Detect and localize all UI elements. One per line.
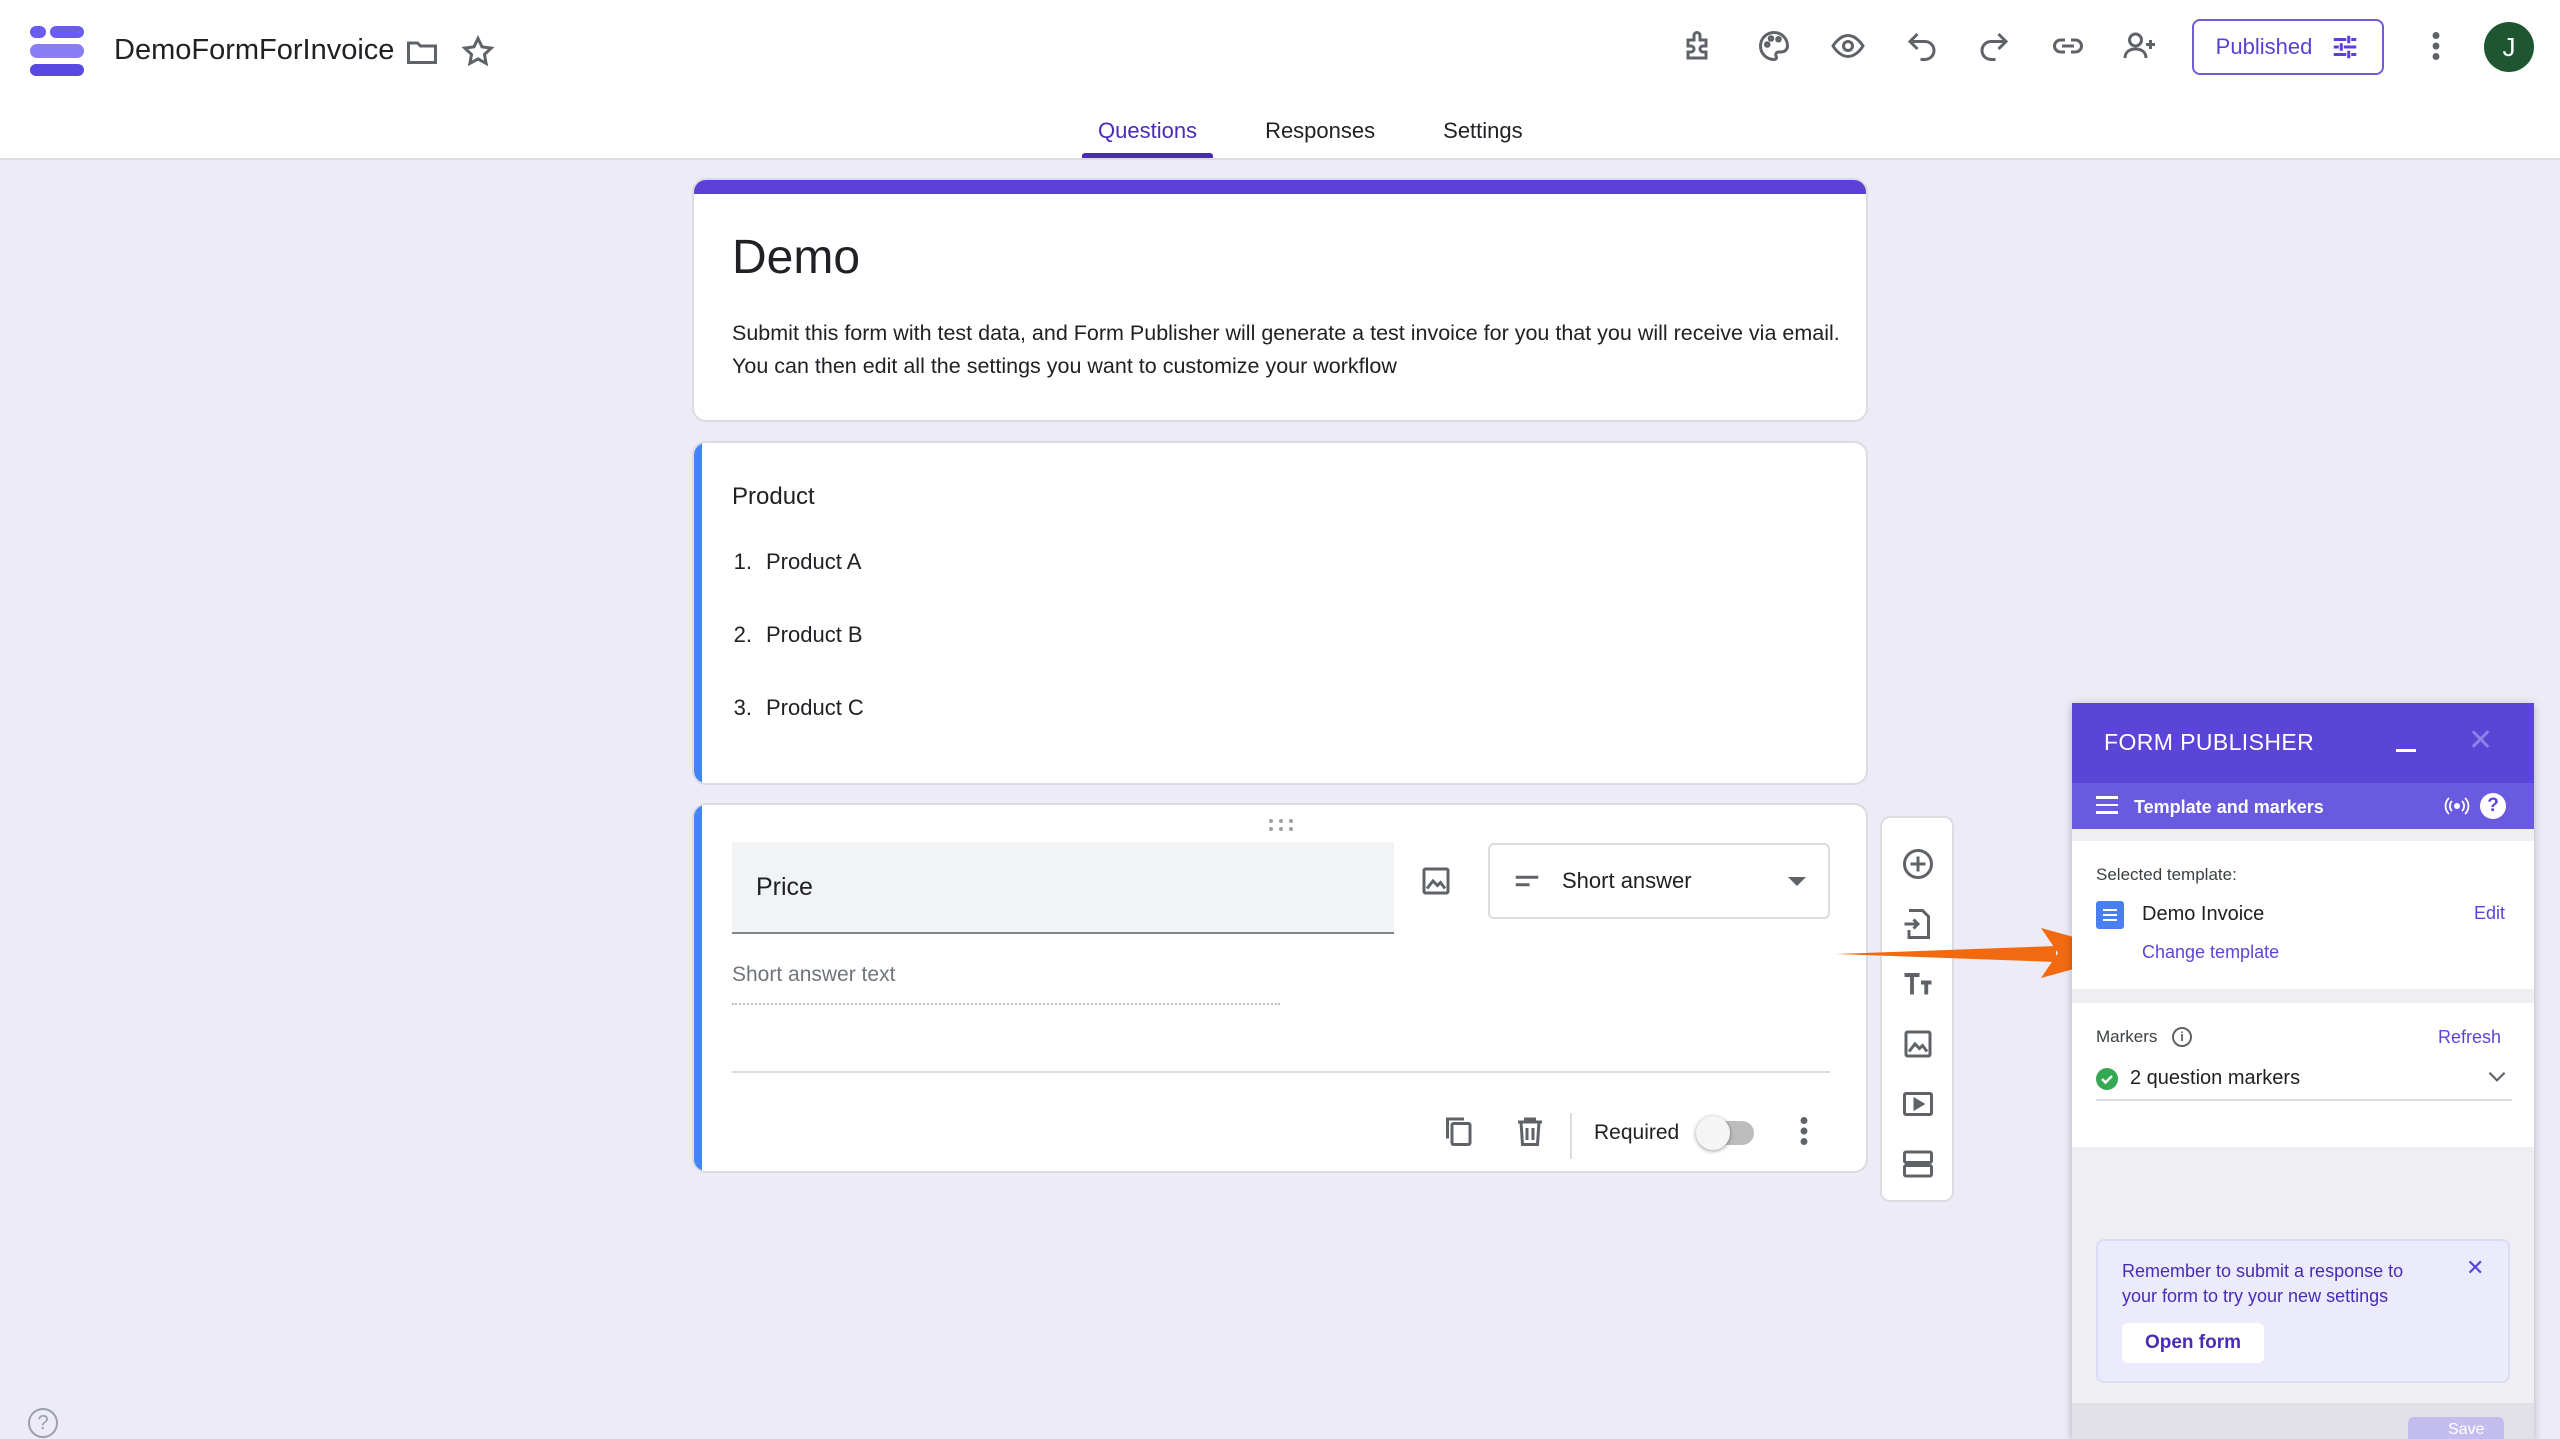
required-toggle[interactable] bbox=[1696, 1116, 1754, 1150]
markers-section: Markers i Refresh 2 question markers bbox=[2072, 1003, 2534, 1147]
link-icon[interactable] bbox=[2042, 20, 2094, 72]
question-type-label: Short answer bbox=[1562, 868, 1692, 893]
toggle-knob bbox=[1696, 1116, 1730, 1150]
question-footer: Required bbox=[694, 1101, 1866, 1161]
add-collaborator-icon[interactable] bbox=[2114, 20, 2166, 72]
list-number: 2. bbox=[733, 622, 752, 647]
list-number: 1. bbox=[733, 549, 752, 574]
document-title[interactable]: DemoFormForInvoice bbox=[114, 34, 394, 67]
section-title: Template and markers bbox=[2134, 797, 2324, 817]
form-publisher-logo[interactable] bbox=[28, 24, 86, 78]
short-text-icon bbox=[1515, 875, 1539, 887]
selected-template-label: Selected template: bbox=[2096, 865, 2237, 884]
panel-section-bar: Template and markers ? bbox=[2072, 783, 2534, 829]
help-icon[interactable]: ? bbox=[2480, 793, 2506, 819]
tab-responses[interactable]: Responses bbox=[1249, 118, 1391, 158]
list-label: Product C bbox=[766, 695, 864, 720]
info-icon[interactable]: i bbox=[2172, 1027, 2192, 1047]
theme-stripe bbox=[694, 180, 1866, 194]
more-options-icon[interactable] bbox=[2410, 20, 2462, 72]
palette-icon[interactable] bbox=[1748, 20, 1800, 72]
add-video-icon[interactable] bbox=[1892, 1078, 1944, 1130]
close-tip-icon[interactable]: ✕ bbox=[2466, 1255, 2484, 1281]
menu-icon[interactable] bbox=[2096, 796, 2118, 819]
chevron-down-icon bbox=[2488, 1071, 2506, 1082]
product-question-card[interactable]: Product 1. Product A 2. Product B 3. Produc… bbox=[692, 441, 1868, 785]
form-title-card[interactable]: Demo Submit this form with test data, an… bbox=[692, 178, 1868, 422]
list-item: 2. Product B bbox=[732, 622, 864, 695]
list-number: 3. bbox=[733, 695, 752, 720]
markers-summary: 2 question markers bbox=[2130, 1067, 2301, 1089]
product-title: Product bbox=[732, 483, 815, 510]
check-circle-icon bbox=[2096, 1068, 2118, 1090]
divider bbox=[1570, 1113, 1572, 1159]
template-section: Selected template: Demo Invoice Edit Cha… bbox=[2072, 841, 2534, 989]
card-accent bbox=[694, 443, 702, 783]
delete-icon[interactable] bbox=[1504, 1105, 1556, 1157]
panel-header: FORM PUBLISHER ✕ bbox=[2072, 703, 2534, 783]
list-item: 1. Product A bbox=[732, 549, 864, 622]
published-label: Published bbox=[2215, 34, 2313, 59]
tune-icon bbox=[2334, 35, 2357, 59]
star-icon[interactable] bbox=[452, 26, 504, 78]
tip-text: Remember to submit a response to your fo… bbox=[2122, 1261, 2404, 1306]
markers-dropdown[interactable]: 2 question markers bbox=[2096, 1059, 2512, 1101]
price-question-card[interactable]: Price Short answer Short answer text Req… bbox=[692, 803, 1868, 1173]
form-description[interactable]: Submit this form with test data, and For… bbox=[732, 317, 1842, 383]
edit-template-link[interactable]: Edit bbox=[2474, 903, 2505, 924]
add-section-icon[interactable] bbox=[1892, 1138, 1944, 1190]
dropdown-caret-icon bbox=[1788, 876, 1806, 886]
broadcast-icon[interactable] bbox=[2444, 793, 2470, 819]
markers-label: Markers bbox=[2096, 1027, 2158, 1046]
google-doc-icon bbox=[2096, 901, 2124, 929]
question-more-icon[interactable] bbox=[1778, 1105, 1830, 1157]
list-item: 3. Product C bbox=[732, 695, 864, 768]
list-label: Product A bbox=[766, 549, 862, 574]
panel-footer: Save bbox=[2072, 1403, 2534, 1439]
change-template-link[interactable]: Change template bbox=[2142, 942, 2279, 963]
panel-title: FORM PUBLISHER bbox=[2104, 729, 2315, 755]
list-label: Product B bbox=[766, 622, 863, 647]
side-toolbar bbox=[1880, 816, 1954, 1202]
divider bbox=[732, 1071, 1830, 1073]
published-button[interactable]: Published bbox=[2192, 19, 2384, 75]
tip-box: Remember to submit a response to your fo… bbox=[2096, 1239, 2510, 1383]
drag-handle-icon[interactable] bbox=[1266, 817, 1296, 833]
help-icon[interactable]: ? bbox=[28, 1408, 58, 1438]
tab-bar: Questions Responses Settings bbox=[1082, 118, 1539, 158]
duplicate-icon[interactable] bbox=[1432, 1105, 1484, 1157]
avatar[interactable]: J bbox=[2484, 22, 2534, 72]
refresh-markers-link[interactable]: Refresh bbox=[2438, 1027, 2501, 1048]
product-list: 1. Product A 2. Product B 3. Product C bbox=[732, 549, 864, 768]
tab-questions[interactable]: Questions bbox=[1082, 118, 1214, 158]
tab-settings[interactable]: Settings bbox=[1427, 118, 1539, 158]
preview-eye-icon[interactable] bbox=[1822, 20, 1874, 72]
move-to-folder-icon[interactable] bbox=[396, 26, 448, 78]
add-image-icon[interactable] bbox=[1892, 1018, 1944, 1070]
add-ons-icon[interactable] bbox=[1674, 20, 1726, 72]
question-title-input[interactable]: Price bbox=[732, 842, 1394, 934]
form-title[interactable]: Demo bbox=[732, 230, 860, 285]
undo-icon[interactable] bbox=[1896, 20, 1948, 72]
question-type-select[interactable]: Short answer bbox=[1488, 843, 1830, 919]
top-bar: DemoFormForInvoice Published J Questions… bbox=[0, 0, 2560, 160]
short-answer-placeholder: Short answer text bbox=[732, 963, 1280, 1005]
redo-icon[interactable] bbox=[1968, 20, 2020, 72]
template-name: Demo Invoice bbox=[2142, 903, 2265, 925]
required-label: Required bbox=[1594, 1121, 1680, 1144]
add-question-icon[interactable] bbox=[1892, 838, 1944, 890]
close-icon[interactable]: ✕ bbox=[2468, 723, 2493, 758]
form-publisher-panel: FORM PUBLISHER ✕ Template and markers ? … bbox=[2072, 703, 2534, 1439]
open-form-button[interactable]: Open form bbox=[2122, 1323, 2264, 1363]
minimize-icon[interactable] bbox=[2396, 749, 2416, 752]
save-button[interactable]: Save bbox=[2408, 1417, 2504, 1439]
add-image-icon[interactable] bbox=[1410, 855, 1462, 907]
